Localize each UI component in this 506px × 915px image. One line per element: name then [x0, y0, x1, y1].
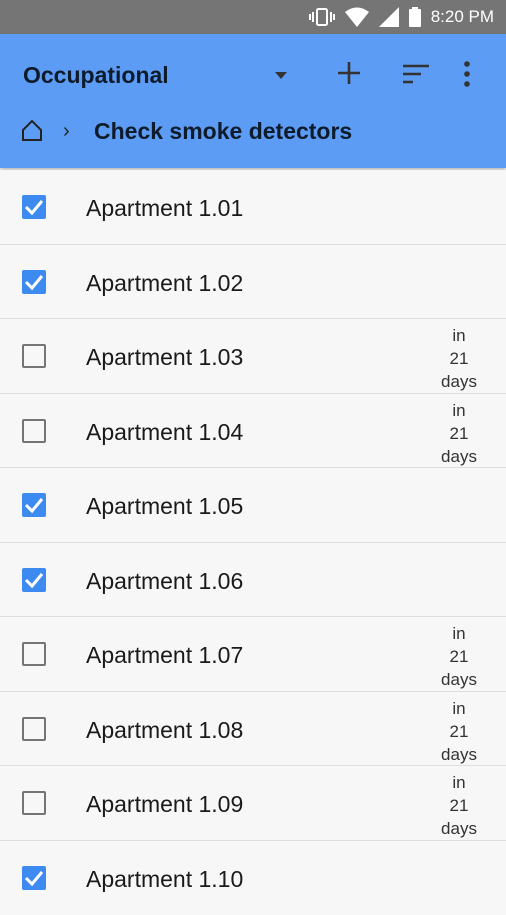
- check-icon: [24, 571, 44, 589]
- list-item[interactable]: Apartment 1.05: [0, 468, 506, 543]
- vibrate-icon: [309, 7, 335, 27]
- check-icon: [24, 198, 44, 216]
- due-line: in: [434, 324, 484, 347]
- status-bar: 8:20 PM: [0, 0, 506, 34]
- due-line: in: [434, 771, 484, 794]
- item-label: Apartment 1.06: [86, 568, 243, 595]
- due-line: days: [434, 743, 484, 766]
- due-line: 21: [434, 794, 484, 817]
- sort-icon[interactable]: [402, 62, 430, 91]
- checkbox[interactable]: [22, 493, 46, 517]
- due-line: in: [434, 622, 484, 645]
- item-label: Apartment 1.02: [86, 270, 243, 297]
- wifi-icon: [345, 7, 369, 27]
- item-label: Apartment 1.05: [86, 493, 243, 520]
- list-item[interactable]: Apartment 1.03 in 21 days: [0, 319, 506, 394]
- breadcrumb-current[interactable]: Check smoke detectors: [94, 118, 352, 145]
- due-line: in: [434, 697, 484, 720]
- battery-icon: [409, 7, 421, 27]
- due-line: 21: [434, 645, 484, 668]
- list-item[interactable]: Apartment 1.02: [0, 245, 506, 320]
- list-item[interactable]: Apartment 1.04 in 21 days: [0, 394, 506, 469]
- due-line: days: [434, 817, 484, 840]
- add-icon[interactable]: [336, 60, 362, 91]
- item-label: Apartment 1.07: [86, 642, 243, 669]
- due-label: in 21 days: [434, 399, 484, 468]
- breadcrumb-separator: ›: [63, 120, 70, 143]
- list-item[interactable]: Apartment 1.08 in 21 days: [0, 692, 506, 767]
- check-icon: [24, 273, 44, 291]
- page-title: Occupational: [23, 62, 169, 89]
- due-line: 21: [434, 422, 484, 445]
- list-item[interactable]: Apartment 1.10: [0, 841, 506, 915]
- status-time: 8:20 PM: [431, 7, 494, 27]
- item-label: Apartment 1.03: [86, 344, 243, 371]
- due-line: 21: [434, 720, 484, 743]
- item-label: Apartment 1.04: [86, 419, 243, 446]
- due-line: days: [434, 668, 484, 691]
- app-bar: Occupational › Check smoke detectors: [0, 34, 506, 168]
- due-line: 21: [434, 347, 484, 370]
- more-vert-icon[interactable]: [462, 60, 472, 93]
- check-icon: [24, 496, 44, 514]
- due-label: in 21 days: [434, 622, 484, 691]
- item-label: Apartment 1.10: [86, 866, 243, 893]
- due-line: days: [434, 445, 484, 468]
- item-label: Apartment 1.09: [86, 791, 243, 818]
- due-line: days: [434, 370, 484, 393]
- item-label: Apartment 1.08: [86, 717, 243, 744]
- list-item[interactable]: Apartment 1.01: [0, 170, 506, 245]
- due-label: in 21 days: [434, 324, 484, 393]
- dropdown-arrow-icon[interactable]: [272, 68, 290, 86]
- checkbox[interactable]: [22, 195, 46, 219]
- item-label: Apartment 1.01: [86, 195, 243, 222]
- due-label: in 21 days: [434, 697, 484, 766]
- due-label: in 21 days: [434, 771, 484, 840]
- checkbox[interactable]: [22, 717, 46, 741]
- checkbox[interactable]: [22, 270, 46, 294]
- checkbox[interactable]: [22, 791, 46, 815]
- home-icon[interactable]: [21, 119, 43, 146]
- checkbox[interactable]: [22, 866, 46, 890]
- checklist: Apartment 1.01 Apartment 1.02 Apartment …: [0, 170, 506, 915]
- list-item[interactable]: Apartment 1.06: [0, 543, 506, 618]
- signal-icon: [379, 7, 399, 27]
- checkbox[interactable]: [22, 419, 46, 443]
- list-item[interactable]: Apartment 1.09 in 21 days: [0, 766, 506, 841]
- due-line: in: [434, 399, 484, 422]
- list-item[interactable]: Apartment 1.07 in 21 days: [0, 617, 506, 692]
- check-icon: [24, 869, 44, 887]
- checkbox[interactable]: [22, 568, 46, 592]
- checkbox[interactable]: [22, 642, 46, 666]
- checkbox[interactable]: [22, 344, 46, 368]
